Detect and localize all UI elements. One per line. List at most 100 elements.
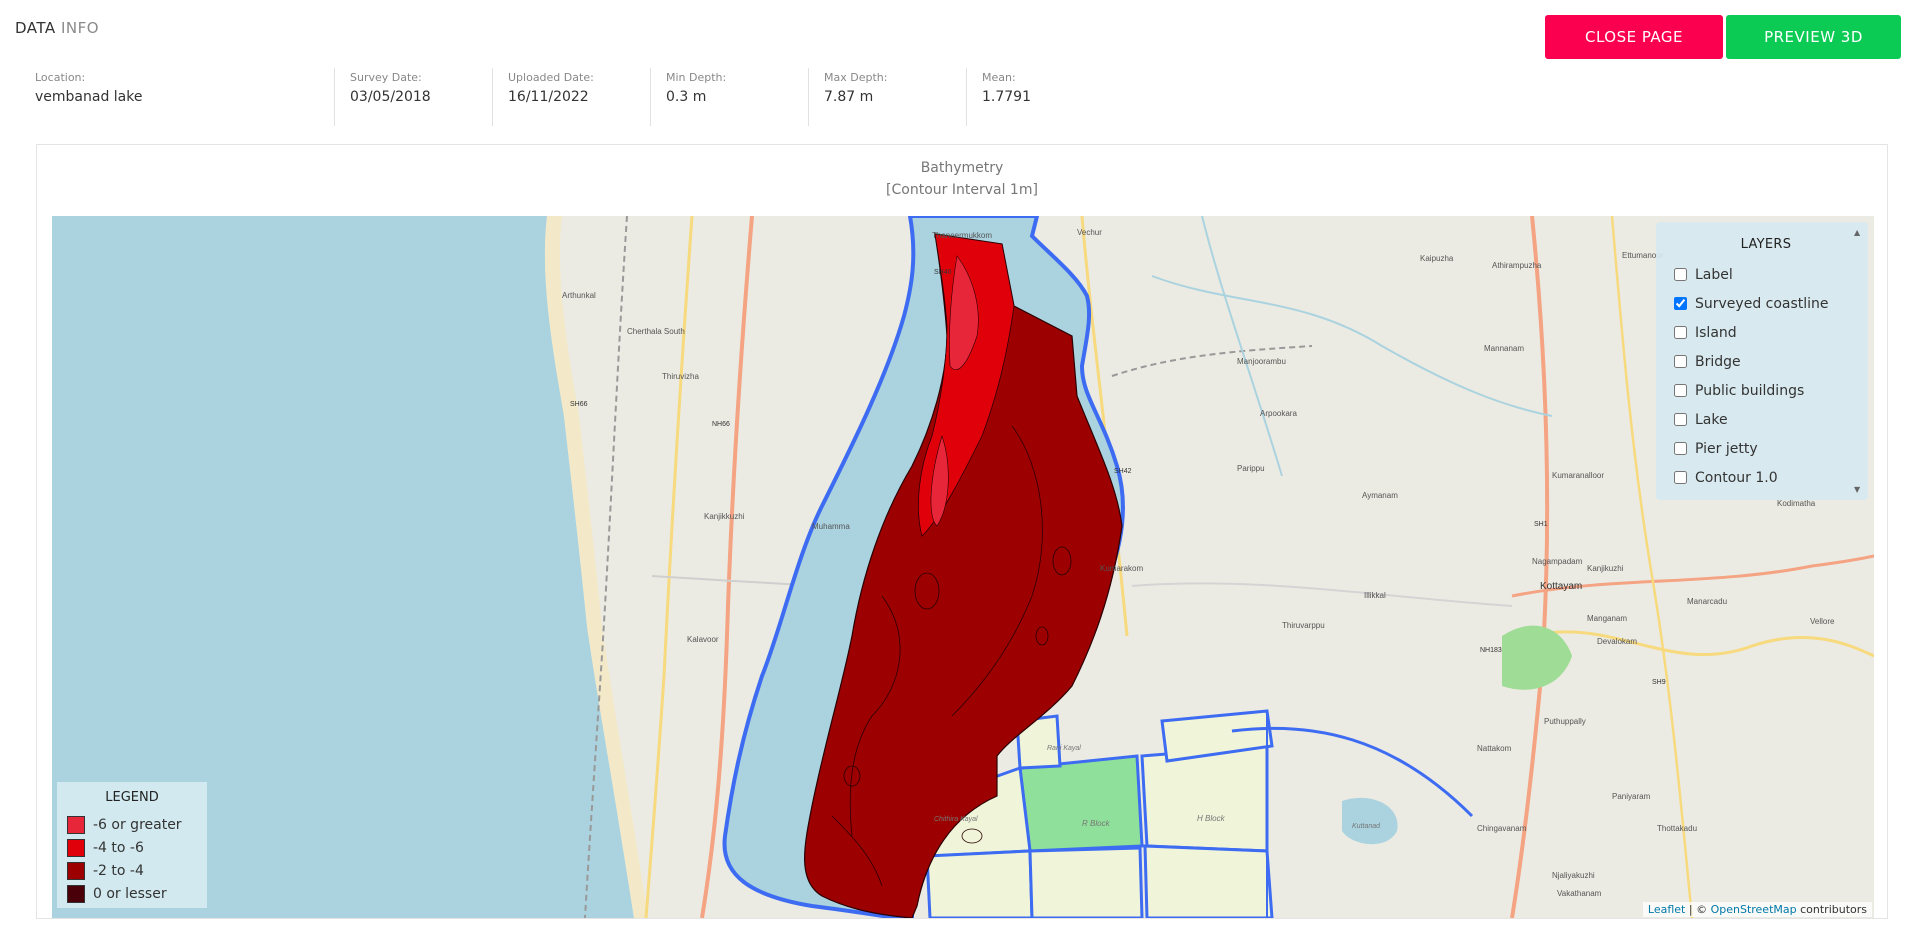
scroll-down-icon[interactable]: ▼ (1854, 485, 1860, 494)
block-right-2 (1143, 844, 1274, 918)
legend-swatch (67, 838, 85, 857)
panel-title-sub: [Contour Interval 1m] (886, 182, 1038, 198)
map-label: Kanjikuzhi (1587, 564, 1624, 573)
layers-panel: LAYERS Label Surveyed coastline Island B… (1656, 222, 1868, 500)
map-label: Arthunkal (562, 291, 596, 300)
attribution-separator: | © (1685, 903, 1711, 916)
panel-title: Bathymetry [Contour Interval 1m] (37, 157, 1887, 201)
layer-label: Label (1695, 266, 1733, 283)
info-value: 16/11/2022 (508, 89, 589, 105)
layers-title: LAYERS (1740, 237, 1792, 252)
legend-label: -2 to -4 (93, 862, 144, 879)
map-label: H Block (1197, 814, 1226, 823)
legend-label: 0 or lesser (93, 885, 167, 902)
map-canvas[interactable]: Thaneermukkom Vechur Kaipuzha Athirampuz… (52, 216, 1874, 918)
legend-swatch (67, 861, 85, 880)
layer-item-bridge[interactable]: Bridge (1674, 347, 1858, 376)
info-label: Min Depth: (666, 71, 727, 84)
layer-checkbox[interactable] (1674, 384, 1687, 397)
road-label: SH66 (570, 401, 588, 408)
layer-checkbox[interactable] (1674, 442, 1687, 455)
page-title-strong: DATA (15, 19, 56, 37)
info-mean: Mean: 1.7791 (967, 68, 1125, 126)
legend-swatch (67, 815, 85, 834)
layer-item-island[interactable]: Island (1674, 318, 1858, 347)
layer-checkbox[interactable] (1674, 268, 1687, 281)
layer-checkbox[interactable] (1674, 471, 1687, 484)
layer-item-lake[interactable]: Lake (1674, 405, 1858, 434)
layer-label: Lake (1695, 411, 1728, 428)
map-attribution: Leaflet | © OpenStreetMap contributors (1642, 902, 1872, 917)
road-label: NH183 (1480, 647, 1502, 654)
map-label: Kalavoor (687, 635, 719, 644)
map-label: Chingavanam (1477, 824, 1527, 833)
info-value: vembanad lake (35, 89, 143, 105)
road-sh40 (644, 216, 694, 918)
panel-title-main: Bathymetry (920, 160, 1004, 176)
page-title-light: INFO (60, 19, 100, 37)
map-label: R Block (1082, 819, 1111, 828)
info-value: 1.7791 (982, 89, 1031, 105)
road-label: NH66 (712, 421, 730, 428)
legend-label: -6 or greater (93, 816, 182, 833)
road-kottayam-3 (1531, 630, 1874, 658)
layer-item-contour[interactable]: Contour 1.0 (1674, 463, 1858, 492)
info-label: Max Depth: (824, 71, 888, 84)
legend-item: -6 or greater (67, 813, 197, 836)
green-parcel-a (1018, 754, 1144, 853)
layer-label: Public buildings (1695, 382, 1805, 399)
map-label: Arpookara (1260, 409, 1297, 418)
layer-item-pier-jetty[interactable]: Pier jetty (1674, 434, 1858, 463)
info-location: Location: vembanad lake (20, 68, 335, 126)
layer-label: Island (1695, 324, 1737, 341)
layer-label: Bridge (1695, 353, 1741, 370)
layer-checkbox[interactable] (1674, 413, 1687, 426)
info-value: 7.87 m (824, 89, 874, 105)
map-label: Kanjikkuzhi (704, 512, 745, 521)
close-page-button[interactable]: CLOSE PAGE (1545, 15, 1723, 59)
osm-link[interactable]: OpenStreetMap (1711, 903, 1797, 916)
layer-checkbox[interactable] (1674, 326, 1687, 339)
map-label: Muhamma (812, 522, 850, 531)
map-label: Manarcadu (1687, 597, 1727, 606)
layer-checkbox[interactable] (1674, 355, 1687, 368)
green-parcel-kottayam (1502, 625, 1572, 690)
map-label: Cherthala South (627, 327, 685, 336)
map-label: Thiruvizha (662, 372, 699, 381)
road-label: SH9 (1652, 679, 1666, 686)
scroll-up-icon[interactable]: ▲ (1854, 228, 1860, 237)
legend-item: -4 to -6 (67, 836, 197, 859)
legend-label: -4 to -6 (93, 839, 144, 856)
map-label: Manganam (1587, 614, 1627, 623)
map-label: Illikkal (1364, 591, 1386, 600)
road-kottayam-1 (1510, 216, 1550, 918)
page-title: DATA INFO (15, 19, 99, 37)
layer-item-label[interactable]: Label (1674, 260, 1858, 289)
info-value: 03/05/2018 (350, 89, 431, 105)
info-label: Uploaded Date: (508, 71, 594, 84)
legend-swatch (67, 884, 85, 903)
layer-item-surveyed-coastline[interactable]: Surveyed coastline (1674, 289, 1858, 318)
map-label: Vakathanam (1557, 889, 1602, 898)
map-label: Paniyaram (1612, 792, 1651, 801)
layer-checkbox[interactable] (1674, 297, 1687, 310)
block-mid-2 (1028, 846, 1144, 918)
map-label: Nagampadam (1532, 557, 1583, 566)
map-view[interactable]: Thaneermukkom Vechur Kaipuzha Athirampuz… (52, 216, 1874, 918)
legend-item: 0 or lesser (67, 882, 197, 905)
map-label: Athirampuzha (1492, 261, 1542, 270)
layer-item-public-buildings[interactable]: Public buildings (1674, 376, 1858, 405)
leaflet-link[interactable]: Leaflet (1648, 903, 1685, 916)
map-label: Kumaranalloor (1552, 471, 1604, 480)
layers-scrollbar[interactable]: ▲ ▼ (1854, 228, 1862, 494)
map-label: Vellore (1810, 617, 1835, 626)
map-label: Manjoorambu (1237, 357, 1286, 366)
preview-3d-button[interactable]: PREVIEW 3D (1726, 15, 1901, 59)
map-label: Nattakom (1477, 744, 1512, 753)
map-label: Puthuppally (1544, 717, 1586, 726)
map-label: Kuttanad (1352, 823, 1381, 830)
info-min-depth: Min Depth: 0.3 m (651, 68, 809, 126)
attribution-suffix: contributors (1796, 903, 1867, 916)
block-left-2 (925, 849, 1034, 918)
river-2 (1201, 216, 1283, 477)
